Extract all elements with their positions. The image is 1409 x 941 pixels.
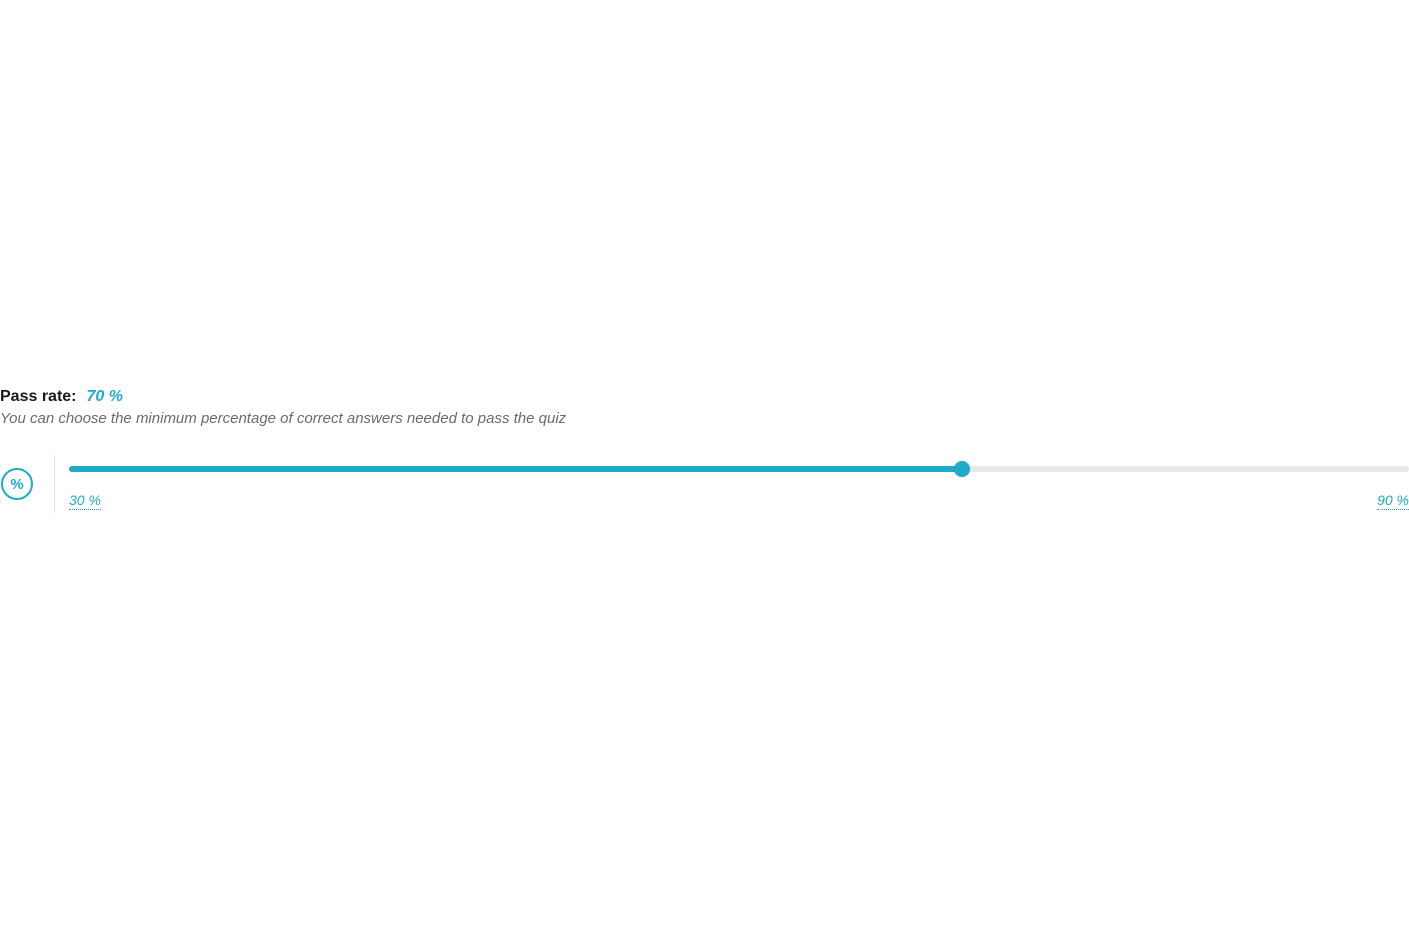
slider-min-label: 30 % [69,492,101,510]
slider-max-label: 90 % [1377,492,1409,510]
slider-thumb[interactable] [954,461,970,477]
slider-row: % 30 % 90 % [0,455,1409,513]
pass-rate-value: 70 % [87,388,123,406]
pass-rate-slider[interactable] [69,466,1409,472]
pass-rate-label: Pass rate: [0,388,77,406]
pass-rate-section: Pass rate: 70 % You can choose the minim… [0,388,1409,513]
pass-rate-header: Pass rate: 70 % [0,388,1409,406]
slider-fill [69,466,962,472]
slider-area: 30 % 90 % [69,458,1409,510]
pass-rate-description: You can choose the minimum percentage of… [0,410,1409,427]
slider-labels: 30 % 90 % [69,492,1409,510]
vertical-divider [54,455,55,513]
percent-icon: % [1,468,33,500]
percent-icon-wrapper: % [0,467,34,501]
